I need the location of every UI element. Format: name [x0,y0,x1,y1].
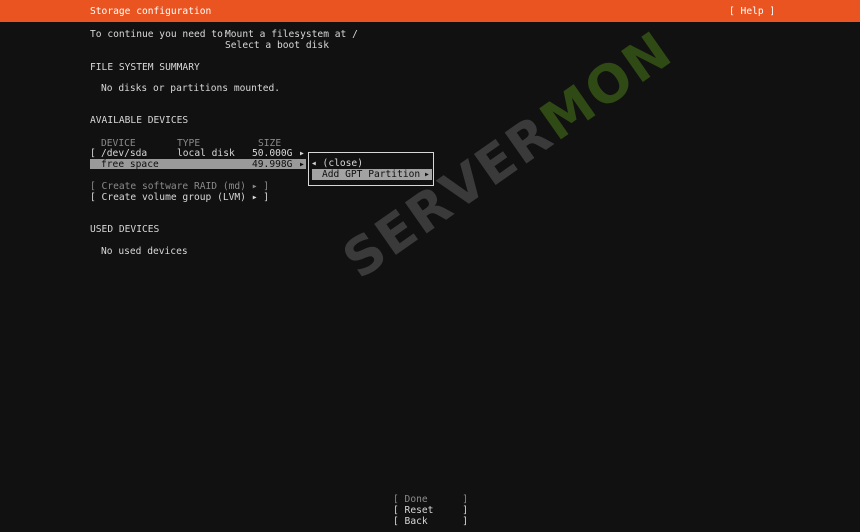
disk-row-bracket: [ [90,148,96,159]
create-raid-button[interactable]: [ Create software RAID (md) ▸ ] [90,181,269,192]
create-lvm-button[interactable]: [ Create volume group (LVM) ▸ ] [90,192,269,203]
popup-close-button[interactable]: ◂ (close) [311,158,363,169]
free-space-row[interactable]: free space 49.998G ▸ [90,159,306,170]
fs-summary-empty: No disks or partitions mounted. [101,83,281,94]
intro-prefix: To continue you need to: [90,29,229,40]
watermark-part1: SERVER [332,103,565,291]
available-devices-heading: AVAILABLE DEVICES [90,115,189,126]
add-gpt-partition-label: Add GPT Partition [322,169,421,180]
free-space-size: 49.998G [252,159,293,170]
used-devices-heading: USED DEVICES [90,224,160,235]
free-space-device: free space [101,159,159,170]
reset-button[interactable]: [ Reset ] [393,505,468,516]
used-devices-empty: No used devices [101,246,188,257]
help-button[interactable]: [ Help ] [729,6,775,17]
intro-line1: Mount a filesystem at / [225,29,358,40]
disk-type: local disk [177,148,235,159]
back-button[interactable]: [ Back ] [393,516,468,527]
fs-summary-heading: FILE SYSTEM SUMMARY [90,62,200,73]
watermark-part2: MON [529,20,684,153]
action-popup-menu: ◂ (close) Add GPT Partition ▸ [308,152,434,186]
disk-menu-arrow-icon[interactable]: ▸ [299,148,305,159]
add-gpt-partition-button[interactable]: Add GPT Partition ▸ [312,169,432,180]
done-button[interactable]: [ Done ] [393,494,468,505]
page-title: Storage configuration [90,6,212,17]
disk-device: /dev/sda [101,148,148,159]
intro-line2: Select a boot disk [225,40,329,51]
free-space-arrow-icon: ▸ [299,159,305,170]
header-bar: Storage configuration [ Help ] [0,0,860,22]
disk-size: 50.000G [252,148,293,159]
